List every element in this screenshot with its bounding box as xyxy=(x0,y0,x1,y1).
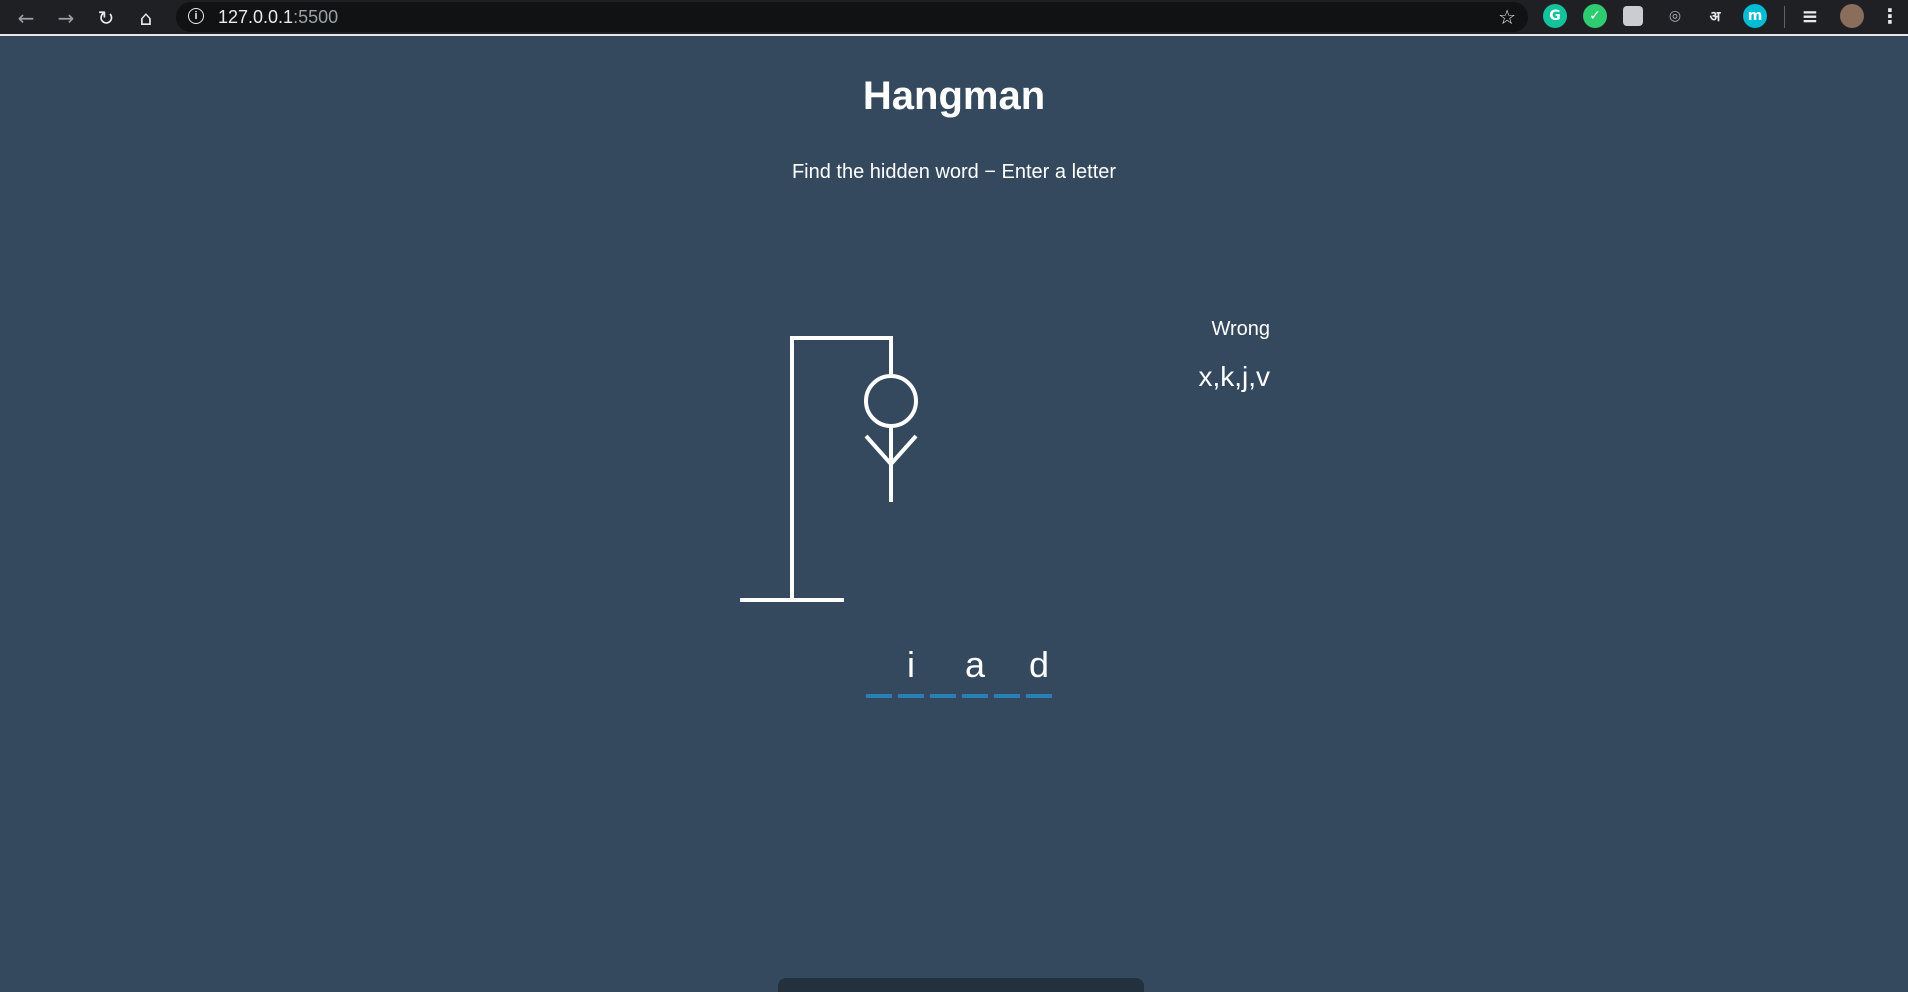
site-info-icon[interactable]: i xyxy=(188,8,204,24)
back-icon[interactable]: ← xyxy=(12,4,40,32)
hangman-right-arm xyxy=(889,434,918,466)
letter-slot xyxy=(994,652,1020,698)
wrong-letters: x,k,j,v xyxy=(1198,361,1270,392)
letter-slot: i xyxy=(898,644,924,698)
shield-check-icon[interactable]: ✓ xyxy=(1583,4,1607,28)
url-port: :5500 xyxy=(293,7,339,27)
letter-slot: a xyxy=(962,644,988,698)
reload-icon[interactable]: ↻ xyxy=(92,4,120,32)
bookmark-star-icon[interactable]: ☆ xyxy=(1498,5,1516,29)
hangman-head xyxy=(864,374,918,428)
circle-extension-icon[interactable]: ◎ xyxy=(1663,4,1687,28)
grammarly-icon[interactable]: G xyxy=(1543,4,1567,28)
address-bar[interactable]: i 127.0.0.1:5500 ☆ xyxy=(176,2,1528,32)
forward-icon[interactable]: → xyxy=(52,4,80,32)
page-subtitle: Find the hidden word − Enter a letter xyxy=(791,161,1117,183)
m-extension-icon[interactable]: m xyxy=(1743,4,1767,28)
letter-slot xyxy=(930,652,956,698)
browser-toolbar: ← → ↻ ⌂ i 127.0.0.1:5500 ☆ G ✓ ◎ अ m ≡ ⋮ xyxy=(0,0,1908,36)
extension-box-icon[interactable] xyxy=(1623,6,1643,26)
hangman-left-arm xyxy=(864,434,893,466)
hindi-input-icon[interactable]: अ xyxy=(1703,4,1727,28)
letter-slot: d xyxy=(1026,644,1052,698)
bottom-overlay-bar xyxy=(778,978,1144,992)
wrong-label: Wrong xyxy=(1211,318,1270,340)
hangman-figure xyxy=(740,336,918,602)
url-text[interactable]: 127.0.0.1:5500 xyxy=(218,7,338,28)
url-host: 127.0.0.1 xyxy=(218,7,294,27)
letter-slot xyxy=(866,652,892,698)
avatar[interactable] xyxy=(1840,4,1864,28)
menu-icon[interactable]: ⋮ xyxy=(1880,4,1900,28)
media-control-icon[interactable]: ≡ xyxy=(1798,4,1822,28)
page-title: Hangman xyxy=(862,74,1046,118)
toolbar-divider xyxy=(1784,6,1785,28)
home-icon[interactable]: ⌂ xyxy=(132,4,160,32)
hidden-word: iad xyxy=(866,644,1058,698)
wrong-letters-panel: Wrong x,k,j,v xyxy=(1110,318,1270,393)
